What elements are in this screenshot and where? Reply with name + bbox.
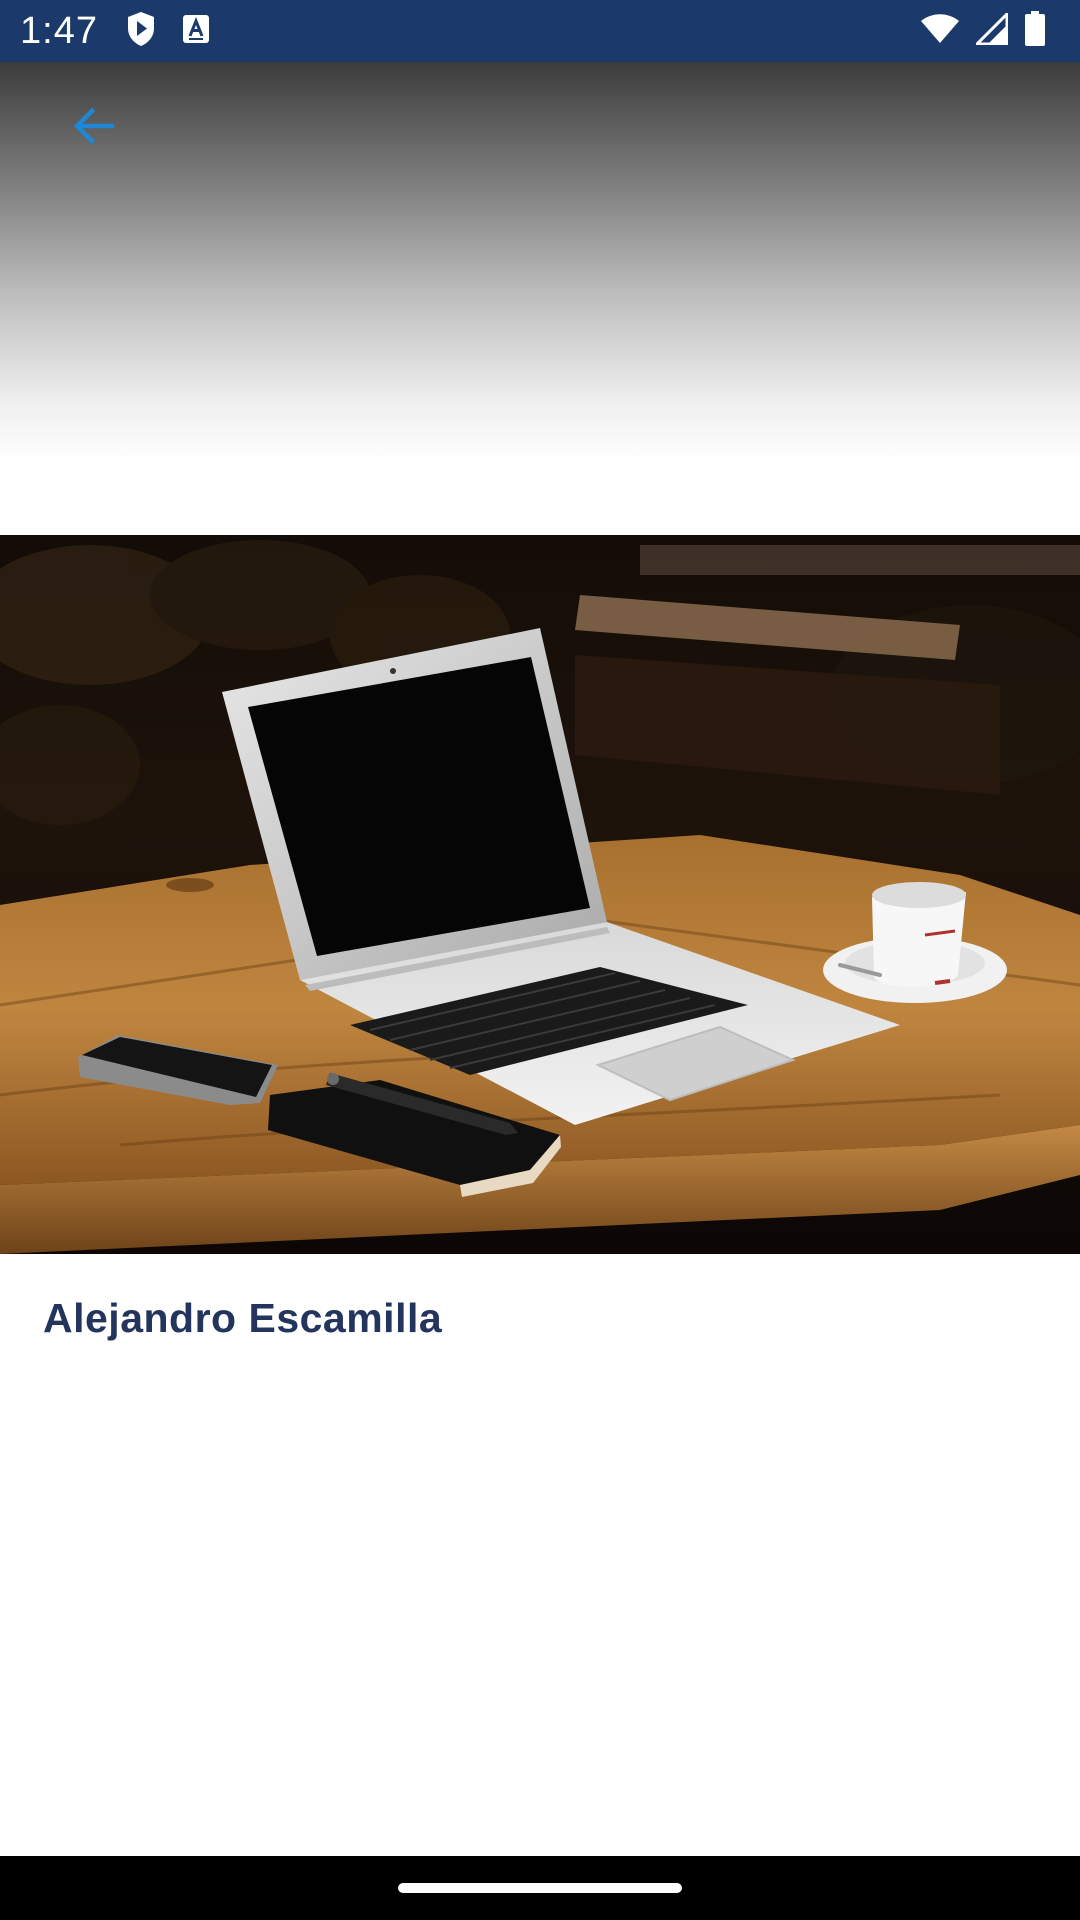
- status-right-icons: [920, 9, 1060, 52]
- author-name: Alejandro Escamilla: [43, 1295, 443, 1341]
- shield-play-icon: [126, 11, 156, 52]
- battery-icon: [1024, 10, 1046, 52]
- wifi-icon: [920, 13, 960, 49]
- back-button[interactable]: [62, 96, 126, 160]
- status-bar: 1:47: [0, 0, 1080, 62]
- home-indicator[interactable]: [398, 1883, 682, 1893]
- status-left-icons: [126, 11, 210, 52]
- status-time: 1:47: [20, 9, 98, 52]
- photo-image: MacBook Air: [0, 535, 1080, 1254]
- font-a-icon: [182, 14, 210, 49]
- cell-signal-icon: [973, 9, 1009, 50]
- header-gradient: [0, 62, 1080, 462]
- arrow-back-icon: [70, 102, 118, 155]
